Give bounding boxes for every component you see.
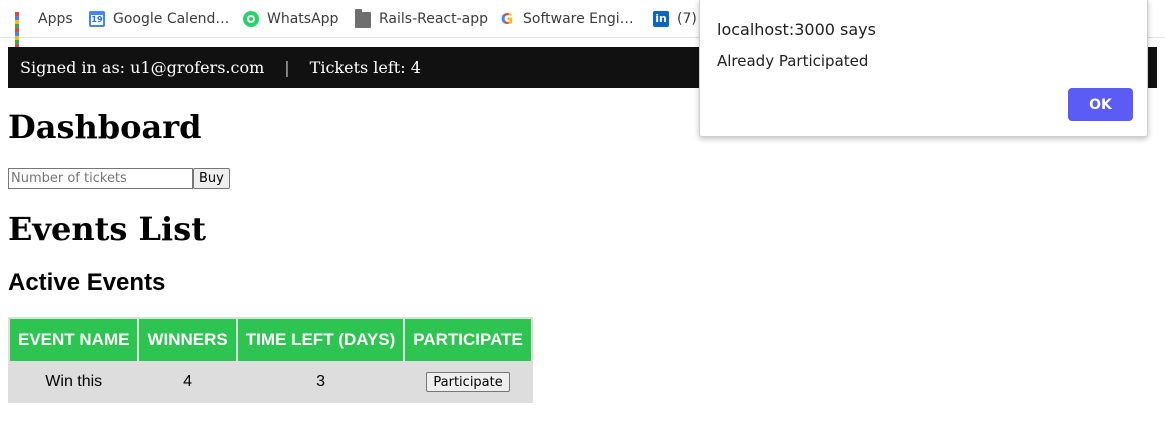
navbar-separator: | [284,58,290,77]
dashboard-title: Dashboard [8,108,202,146]
google-calendar-icon: 19 [89,11,105,27]
table-row: Win this 4 3 Participate [10,363,531,401]
active-events-table: EVENT NAME WINNERS TIME LEFT (DAYS) PART… [8,317,533,403]
buy-tickets-form: Buy [8,168,230,189]
folder-icon [355,9,371,28]
whatsapp-icon [243,11,259,27]
events-list-title: Events List [8,210,206,248]
bookmark-rails-react-app[interactable]: Rails-React-app [355,0,488,38]
alert-origin-text: localhost:3000 says [717,20,876,39]
time-left-cell: 3 [316,373,325,390]
bookmark-apps[interactable]: Apps [14,0,73,48]
signed-in-text: Signed in as: u1@grofers.com [20,58,265,77]
bookmark-label: Software Engi… [523,11,634,27]
alert-message: Already Participated [717,52,869,70]
tickets-count-input[interactable] [8,168,193,189]
linkedin-icon: in [653,11,669,27]
active-events-title: Active Events [8,269,166,296]
bookmark-label: (7) [677,11,697,27]
bookmark-software-engineer[interactable]: G Software Engi… [499,0,634,38]
buy-button[interactable]: Buy [193,168,230,189]
table-header-row: EVENT NAME WINNERS TIME LEFT (DAYS) PART… [10,319,531,361]
apps-grid-icon [14,11,30,48]
bookmark-label: WhatsApp [267,11,339,27]
alert-dialog: localhost:3000 says Already Participated… [699,0,1148,137]
alert-ok-button[interactable]: OK [1068,88,1133,121]
column-header-participate: PARTICIPATE [405,319,531,361]
bookmark-label: Google Calend… [113,11,230,27]
participate-button[interactable]: Participate [426,372,510,392]
bookmark-label: Rails-React-app [379,11,489,27]
column-header-winners: WINNERS [139,319,236,361]
bookmark-linkedin[interactable]: in (7) [653,0,697,38]
event-name-cell: Win this [45,373,103,390]
bookmark-whatsapp[interactable]: WhatsApp [243,0,338,38]
winners-cell: 4 [183,373,193,390]
column-header-event-name: EVENT NAME [10,319,138,361]
google-icon: G [500,10,514,28]
bookmark-label: Apps [38,11,73,27]
column-header-time-left: TIME LEFT (DAYS) [237,319,404,361]
participate-cell: Participate [405,363,531,401]
tickets-left-text: Tickets left: 4 [309,58,421,77]
bookmark-google-calendar[interactable]: 19 Google Calend… [89,0,229,38]
